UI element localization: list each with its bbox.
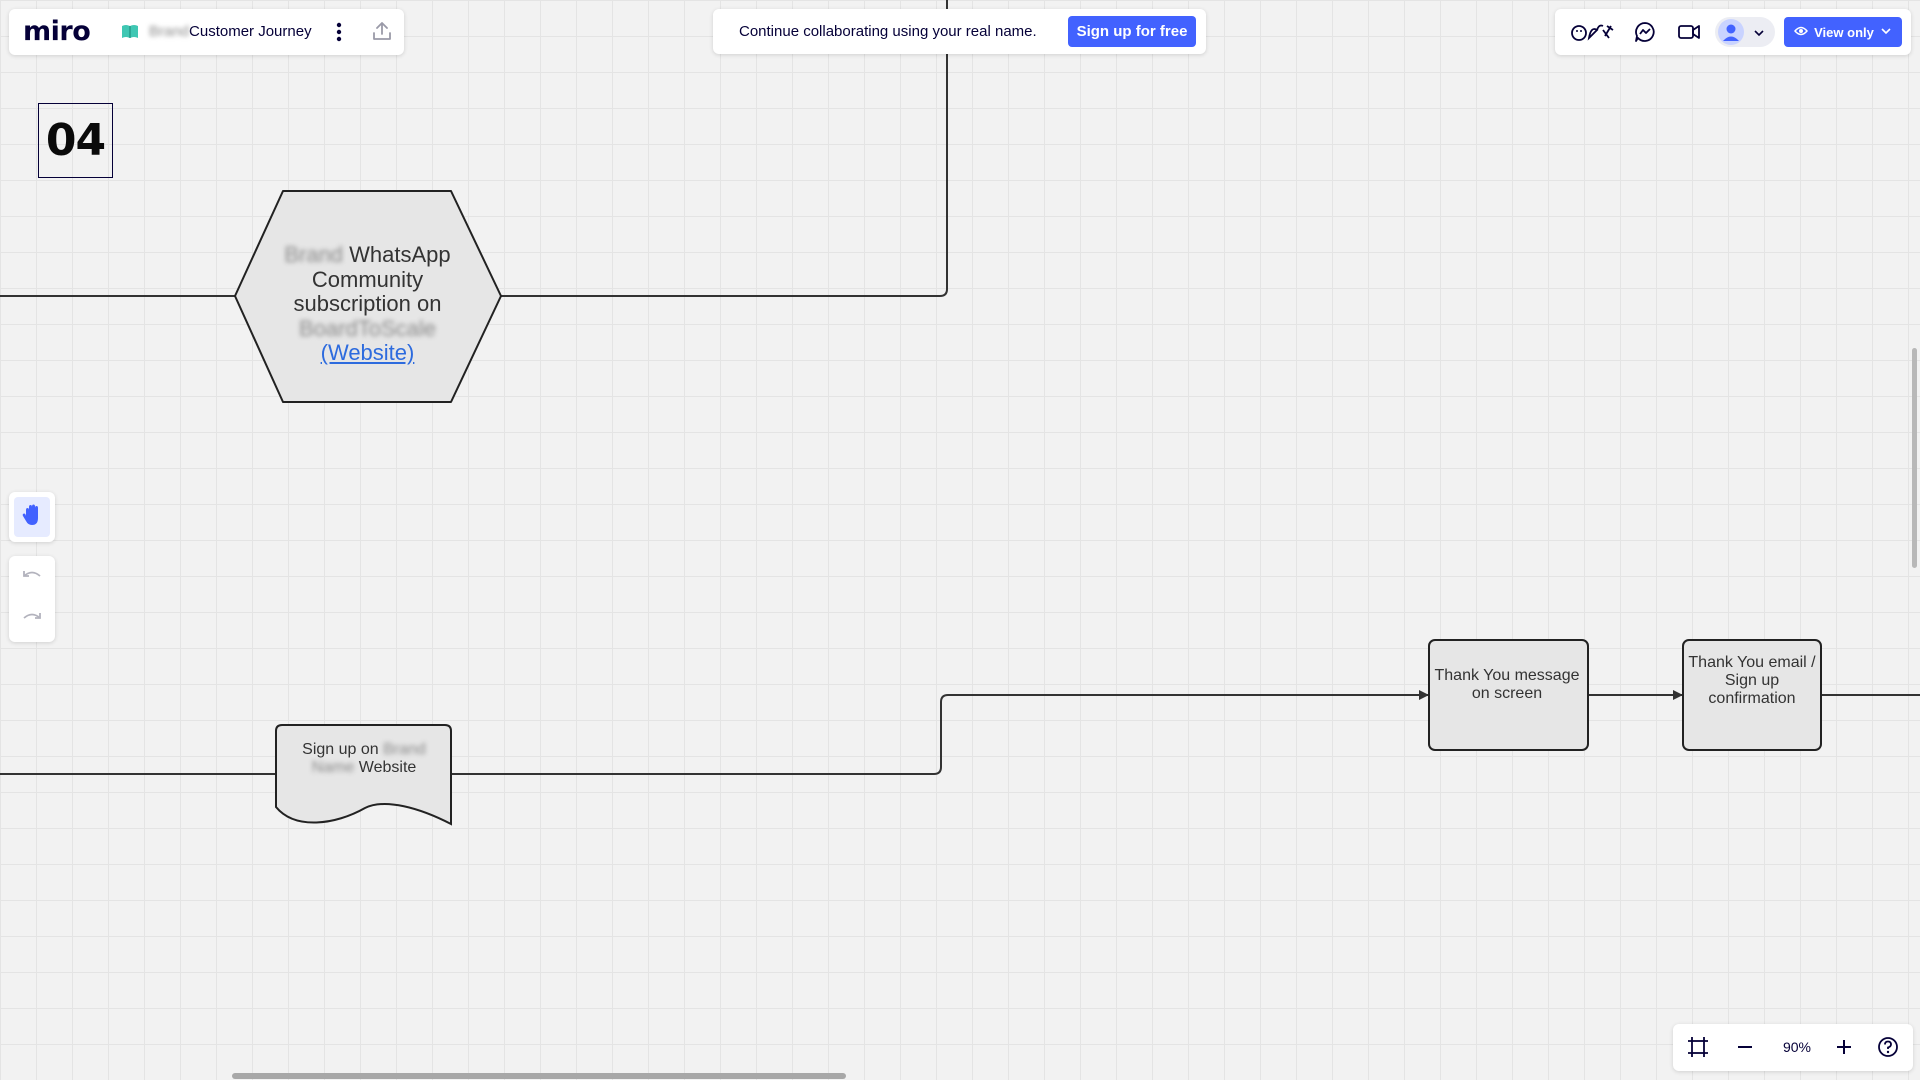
- frame-number[interactable]: 04: [38, 103, 113, 178]
- blurred-brand: Brand: [149, 23, 190, 40]
- hand-tool-button[interactable]: [14, 497, 50, 537]
- chevron-down-icon: [1880, 25, 1892, 40]
- board-title: Customer Journey: [189, 23, 312, 40]
- zoom-level[interactable]: 90%: [1777, 1039, 1817, 1055]
- user-menu[interactable]: [1715, 17, 1775, 47]
- board-header: miro BrandCustomer Journey: [9, 9, 404, 55]
- blurred-brand: Brand: [284, 242, 344, 267]
- document-text: Sign up on Brand Name Website: [278, 741, 450, 777]
- blurred-brand-domain: BoardToScale: [299, 315, 436, 341]
- process-box-2-text: Thank You email / Sign up confirmation: [1688, 654, 1816, 707]
- board-icon: [121, 24, 139, 45]
- document-text-line-2: Website: [354, 759, 417, 776]
- vertical-scrollbar[interactable]: [1912, 348, 1917, 568]
- hexagon-text: Brand WhatsApp Community subscription on…: [270, 242, 465, 366]
- zoom-in-icon[interactable]: [1833, 1036, 1855, 1063]
- zoom-out-icon[interactable]: [1734, 1036, 1756, 1063]
- collaboration-toolbar: View only: [1555, 9, 1911, 55]
- view-only-label: View only: [1814, 24, 1874, 40]
- signup-banner: Continue collaborating using your real n…: [713, 9, 1206, 54]
- horizontal-scrollbar[interactable]: [232, 1073, 846, 1079]
- document-text-line-1: Sign up on: [302, 741, 384, 758]
- miro-logo[interactable]: miro: [23, 16, 91, 47]
- redo-icon[interactable]: [20, 608, 44, 633]
- help-icon[interactable]: [1877, 1036, 1899, 1063]
- zoom-panel: 90%: [1673, 1024, 1913, 1071]
- blurred-brand: Brand: [383, 741, 426, 758]
- website-link[interactable]: (Website): [321, 340, 415, 365]
- fit-frame-icon[interactable]: [1687, 1036, 1709, 1063]
- connector-document-box: [451, 690, 1429, 775]
- upload-icon[interactable]: [371, 20, 393, 47]
- banner-text: Continue collaborating using your real n…: [739, 23, 1037, 40]
- board-name[interactable]: BrandCustomer Journey: [149, 23, 312, 40]
- more-vertical-icon[interactable]: [329, 21, 349, 43]
- video-icon[interactable]: [1677, 20, 1701, 49]
- board-canvas[interactable]: [0, 0, 1920, 1080]
- history-panel: [9, 556, 55, 642]
- blurred-brand-name: Name: [311, 759, 355, 776]
- tools-panel: [9, 492, 55, 542]
- view-only-button[interactable]: View only: [1784, 17, 1902, 47]
- avatar-icon: [1718, 19, 1744, 50]
- chevron-down-icon: [1753, 26, 1765, 44]
- hand-icon: [21, 503, 43, 532]
- reactions-icon[interactable]: [1569, 20, 1615, 49]
- undo-icon[interactable]: [20, 566, 44, 591]
- eye-icon: [1794, 25, 1809, 40]
- sign-up-button[interactable]: Sign up for free: [1068, 16, 1196, 47]
- process-box-1-text: Thank You message on screen: [1434, 667, 1580, 702]
- chat-icon[interactable]: [1633, 20, 1657, 49]
